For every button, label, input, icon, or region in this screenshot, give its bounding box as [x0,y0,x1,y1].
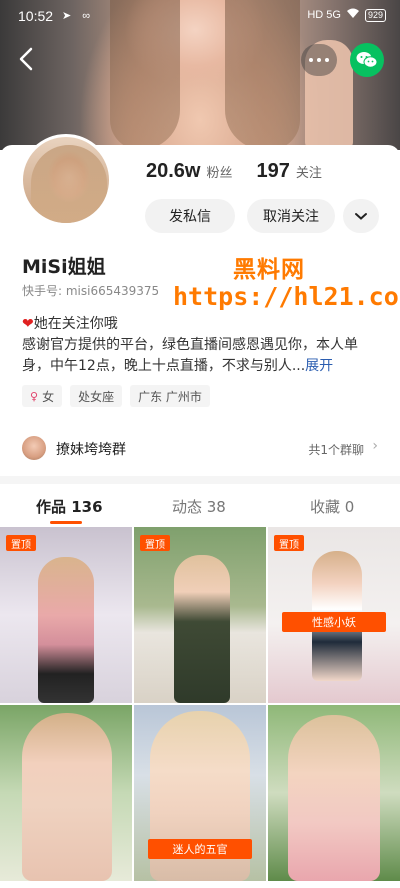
wifi-icon [346,8,360,22]
female-icon: ♀ [30,389,39,403]
pinned-badge: 置顶 [6,535,36,551]
status-line: ❤她在关注你哦 [22,316,118,332]
pinned-badge: 置顶 [140,535,170,551]
following-label[interactable]: 关注 [296,162,322,181]
video-thumbnail[interactable] [268,705,400,881]
profile-stats: 20.6w 粉丝 197 关注 [146,160,322,183]
section-divider [0,476,400,484]
video-thumbnail[interactable] [0,705,132,881]
wechat-icon [356,52,378,68]
send-message-button[interactable]: 发私信 [145,199,235,233]
tag-gender: ♀ 女 [22,385,63,407]
tag-location: 广东 广州市 [130,385,210,407]
video-caption: 性感小妖 [282,612,386,632]
bio-text-block: 感谢官方提供的平台，绿色直播间感恩遇见你，本人单身，中午12点，晚上十点直播，不… [22,335,384,377]
notification-icons: ➤ ∞ [62,10,95,22]
active-tab-indicator [50,521,82,524]
status-bar: 10:52 ➤ ∞ HD 5G 929 [0,0,400,32]
watermark-title: 黑料网 [233,257,305,283]
video-thumbnail[interactable]: 置顶 [134,527,266,703]
video-thumbnail[interactable]: 置顶 性感小妖 [268,527,400,703]
tab-moments[interactable]: 动态 38 [172,496,226,517]
watermark-url: https://hl21.co [173,282,399,311]
video-caption: 迷人的五官 [148,839,252,859]
video-thumbnail[interactable]: 迷人的五官 [134,705,266,881]
chevron-down-icon [355,213,367,220]
bio-expand-link[interactable]: 展开 [305,358,333,374]
ellipsis-icon [309,58,313,62]
pinned-badge: 置顶 [274,535,304,551]
wechat-share-button[interactable] [350,43,384,77]
works-grid: 置顶 置顶 置顶 性感小妖 迷人的五官 [0,527,400,881]
tab-favorites[interactable]: 收藏 0 [310,496,354,517]
chevron-left-icon [19,47,33,71]
tab-works[interactable]: 作品 136 [36,496,103,517]
profile-tags: ♀ 女 处女座 广东 广州市 [22,385,210,407]
content-tabs: 作品 136 动态 38 收藏 0 [0,484,400,526]
expand-profile-button[interactable] [343,199,379,233]
avatar[interactable] [20,134,112,226]
heart-icon: ❤ [22,316,34,332]
chevron-right-icon: › [372,438,378,454]
bio: ❤她在关注你哦 感谢官方提供的平台，绿色直播间感恩遇见你，本人单身，中午12点，… [22,314,384,377]
group-chat-row[interactable]: 撩妹垮垮群 共1个群聊 › [0,418,400,476]
battery-icon: 929 [364,8,386,22]
network-icon: HD 5G [307,9,341,21]
following-count[interactable]: 197 [257,160,290,183]
followers-label[interactable]: 粉丝 [206,162,232,181]
tag-zodiac: 处女座 [70,385,123,407]
group-avatar [22,436,46,460]
video-thumbnail[interactable]: 置顶 [0,527,132,703]
back-button[interactable] [14,44,38,74]
system-icons: HD 5G 929 [307,8,386,22]
status-time: 10:52 [18,8,54,24]
more-button[interactable] [301,44,337,76]
unfollow-button[interactable]: 取消关注 [247,199,335,233]
group-count: 共1个群聊 [308,443,364,457]
followers-count[interactable]: 20.6w [146,160,200,183]
kuaishou-id[interactable]: 快手号: misi665439375 [22,282,159,299]
nickname: MiSi姐姐 [22,256,106,278]
group-name: 撩妹垮垮群 [56,442,126,458]
